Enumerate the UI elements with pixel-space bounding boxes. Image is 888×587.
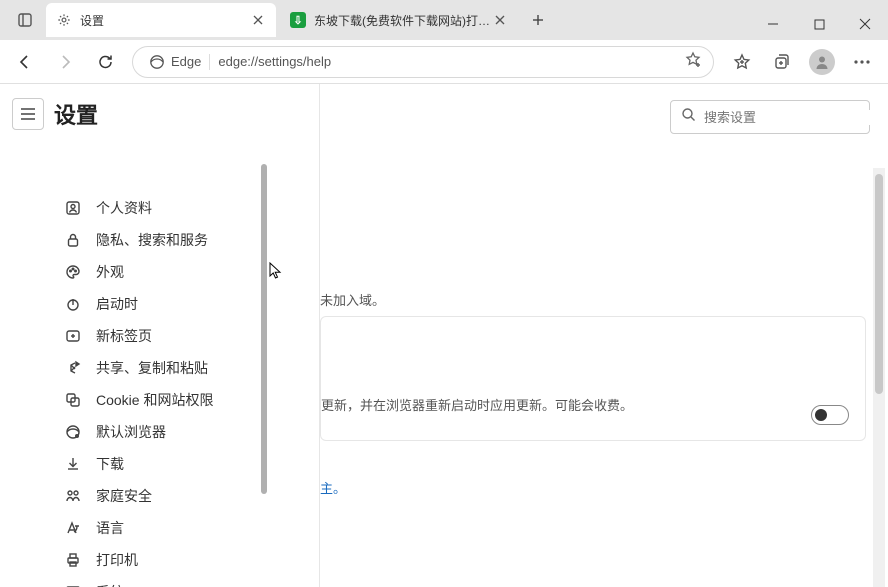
sidebar-item-cookies[interactable]: Cookie 和网站权限: [0, 384, 319, 416]
tab-close-button[interactable]: [490, 10, 510, 30]
sidebar-item-language[interactable]: 语言: [0, 512, 319, 544]
language-icon: [64, 519, 82, 537]
settings-search[interactable]: [670, 100, 870, 134]
domain-status-text: 未加入域。: [320, 290, 385, 309]
window-controls: [750, 8, 888, 40]
update-card-text: 更新，并在浏览器重新启动时应用更新。可能会收费。: [321, 395, 845, 414]
scroll-thumb[interactable]: [875, 174, 883, 394]
avatar-icon: [809, 49, 835, 75]
permissions-icon: [64, 391, 82, 409]
sidebar-title: 设置: [54, 98, 98, 130]
share-icon: [64, 359, 82, 377]
site-favicon-icon: ⇩: [290, 12, 306, 28]
toolbar: Edge: [0, 40, 888, 84]
profile-button[interactable]: [802, 43, 842, 81]
new-tab-button[interactable]: [522, 4, 554, 36]
sidebar-item-label: 共享、复制和粘贴: [96, 358, 208, 378]
sidebar-item-label: 系统: [96, 582, 124, 587]
sidebar-item-label: 语言: [96, 518, 124, 538]
site-identity-label: Edge: [171, 54, 201, 69]
lock-icon: [64, 231, 82, 249]
printer-icon: [64, 551, 82, 569]
tab-label: 东坡下载(免费软件下载网站)打…: [314, 12, 490, 29]
sidebar-item-profile[interactable]: 个人资料: [0, 192, 319, 224]
forward-button[interactable]: [46, 43, 84, 81]
settings-sidebar: 设置 个人资料 隐私、搜索和服务 外观 启动时 新标签页 共享、复制和粘贴 Co…: [0, 84, 320, 587]
titlebar: 设置 ⇩ 东坡下载(免费软件下载网站)打…: [0, 0, 888, 40]
metered-update-toggle[interactable]: [811, 405, 849, 425]
sidebar-item-label: 新标签页: [96, 326, 152, 346]
sidebar-item-printer[interactable]: 打印机: [0, 544, 319, 576]
url-input[interactable]: [210, 54, 681, 69]
sidebar-item-family[interactable]: 家庭安全: [0, 480, 319, 512]
tab-download-site[interactable]: ⇩ 东坡下载(免费软件下载网站)打…: [280, 3, 518, 37]
update-card: 更新，并在浏览器重新启动时应用更新。可能会收费。: [320, 316, 866, 441]
power-icon: [64, 295, 82, 313]
page-scrollbar[interactable]: [873, 168, 885, 587]
tab-well: 设置 ⇩ 东坡下载(免费软件下载网站)打…: [8, 0, 554, 40]
sidebar-item-label: 外观: [96, 262, 124, 282]
tab-actions-button[interactable]: [8, 4, 42, 36]
collections-button[interactable]: [762, 43, 802, 81]
sidebar-item-appearance[interactable]: 外观: [0, 256, 319, 288]
sidebar-item-label: 家庭安全: [96, 486, 152, 506]
toggle-knob: [815, 409, 827, 421]
family-icon: [64, 487, 82, 505]
sidebar-item-label: 打印机: [96, 550, 138, 570]
sidebar-scrollbar[interactable]: [261, 164, 267, 494]
sidebar-item-downloads[interactable]: 下载: [0, 448, 319, 480]
sidebar-item-share[interactable]: 共享、复制和粘贴: [0, 352, 319, 384]
settings-main: 未加入域。 更新，并在浏览器重新启动时应用更新。可能会收费。 主。: [320, 84, 888, 587]
tab-close-button[interactable]: [248, 10, 268, 30]
settings-page: 设置 个人资料 隐私、搜索和服务 外观 启动时 新标签页 共享、复制和粘贴 Co…: [0, 84, 888, 587]
sidebar-item-system[interactable]: 系统: [0, 576, 319, 587]
sidebar-item-label: 下载: [96, 454, 124, 474]
back-button[interactable]: [6, 43, 44, 81]
favorite-button[interactable]: [681, 51, 705, 72]
sidebar-item-label: 启动时: [96, 294, 138, 314]
download-icon: [64, 455, 82, 473]
system-icon: [64, 583, 82, 587]
search-icon: [681, 107, 696, 127]
sidebar-item-label: Cookie 和网站权限: [96, 390, 213, 410]
more-button[interactable]: [842, 43, 882, 81]
link-fragment[interactable]: 主。: [320, 478, 346, 497]
browser-icon: [64, 423, 82, 441]
refresh-button[interactable]: [86, 43, 124, 81]
sidebar-item-newtab[interactable]: 新标签页: [0, 320, 319, 352]
address-bar[interactable]: Edge: [132, 46, 714, 78]
gear-icon: [56, 12, 72, 28]
maximize-button[interactable]: [796, 8, 842, 40]
minimize-button[interactable]: [750, 8, 796, 40]
sidebar-item-default-browser[interactable]: 默认浏览器: [0, 416, 319, 448]
tab-label: 设置: [80, 12, 248, 29]
newtab-icon: [64, 327, 82, 345]
sidebar-list: 个人资料 隐私、搜索和服务 外观 启动时 新标签页 共享、复制和粘贴 Cooki…: [0, 142, 319, 587]
profile-icon: [64, 199, 82, 217]
close-window-button[interactable]: [842, 8, 888, 40]
sidebar-item-label: 默认浏览器: [96, 422, 166, 442]
sidebar-item-label: 隐私、搜索和服务: [96, 230, 208, 250]
sidebar-item-startup[interactable]: 启动时: [0, 288, 319, 320]
favorites-button[interactable]: [722, 43, 762, 81]
sidebar-item-privacy[interactable]: 隐私、搜索和服务: [0, 224, 319, 256]
sidebar-toggle-button[interactable]: [12, 98, 44, 130]
sidebar-item-label: 个人资料: [96, 198, 152, 218]
palette-icon: [64, 263, 82, 281]
site-identity[interactable]: Edge: [141, 54, 210, 70]
tab-settings[interactable]: 设置: [46, 3, 276, 37]
settings-search-input[interactable]: [704, 110, 880, 125]
